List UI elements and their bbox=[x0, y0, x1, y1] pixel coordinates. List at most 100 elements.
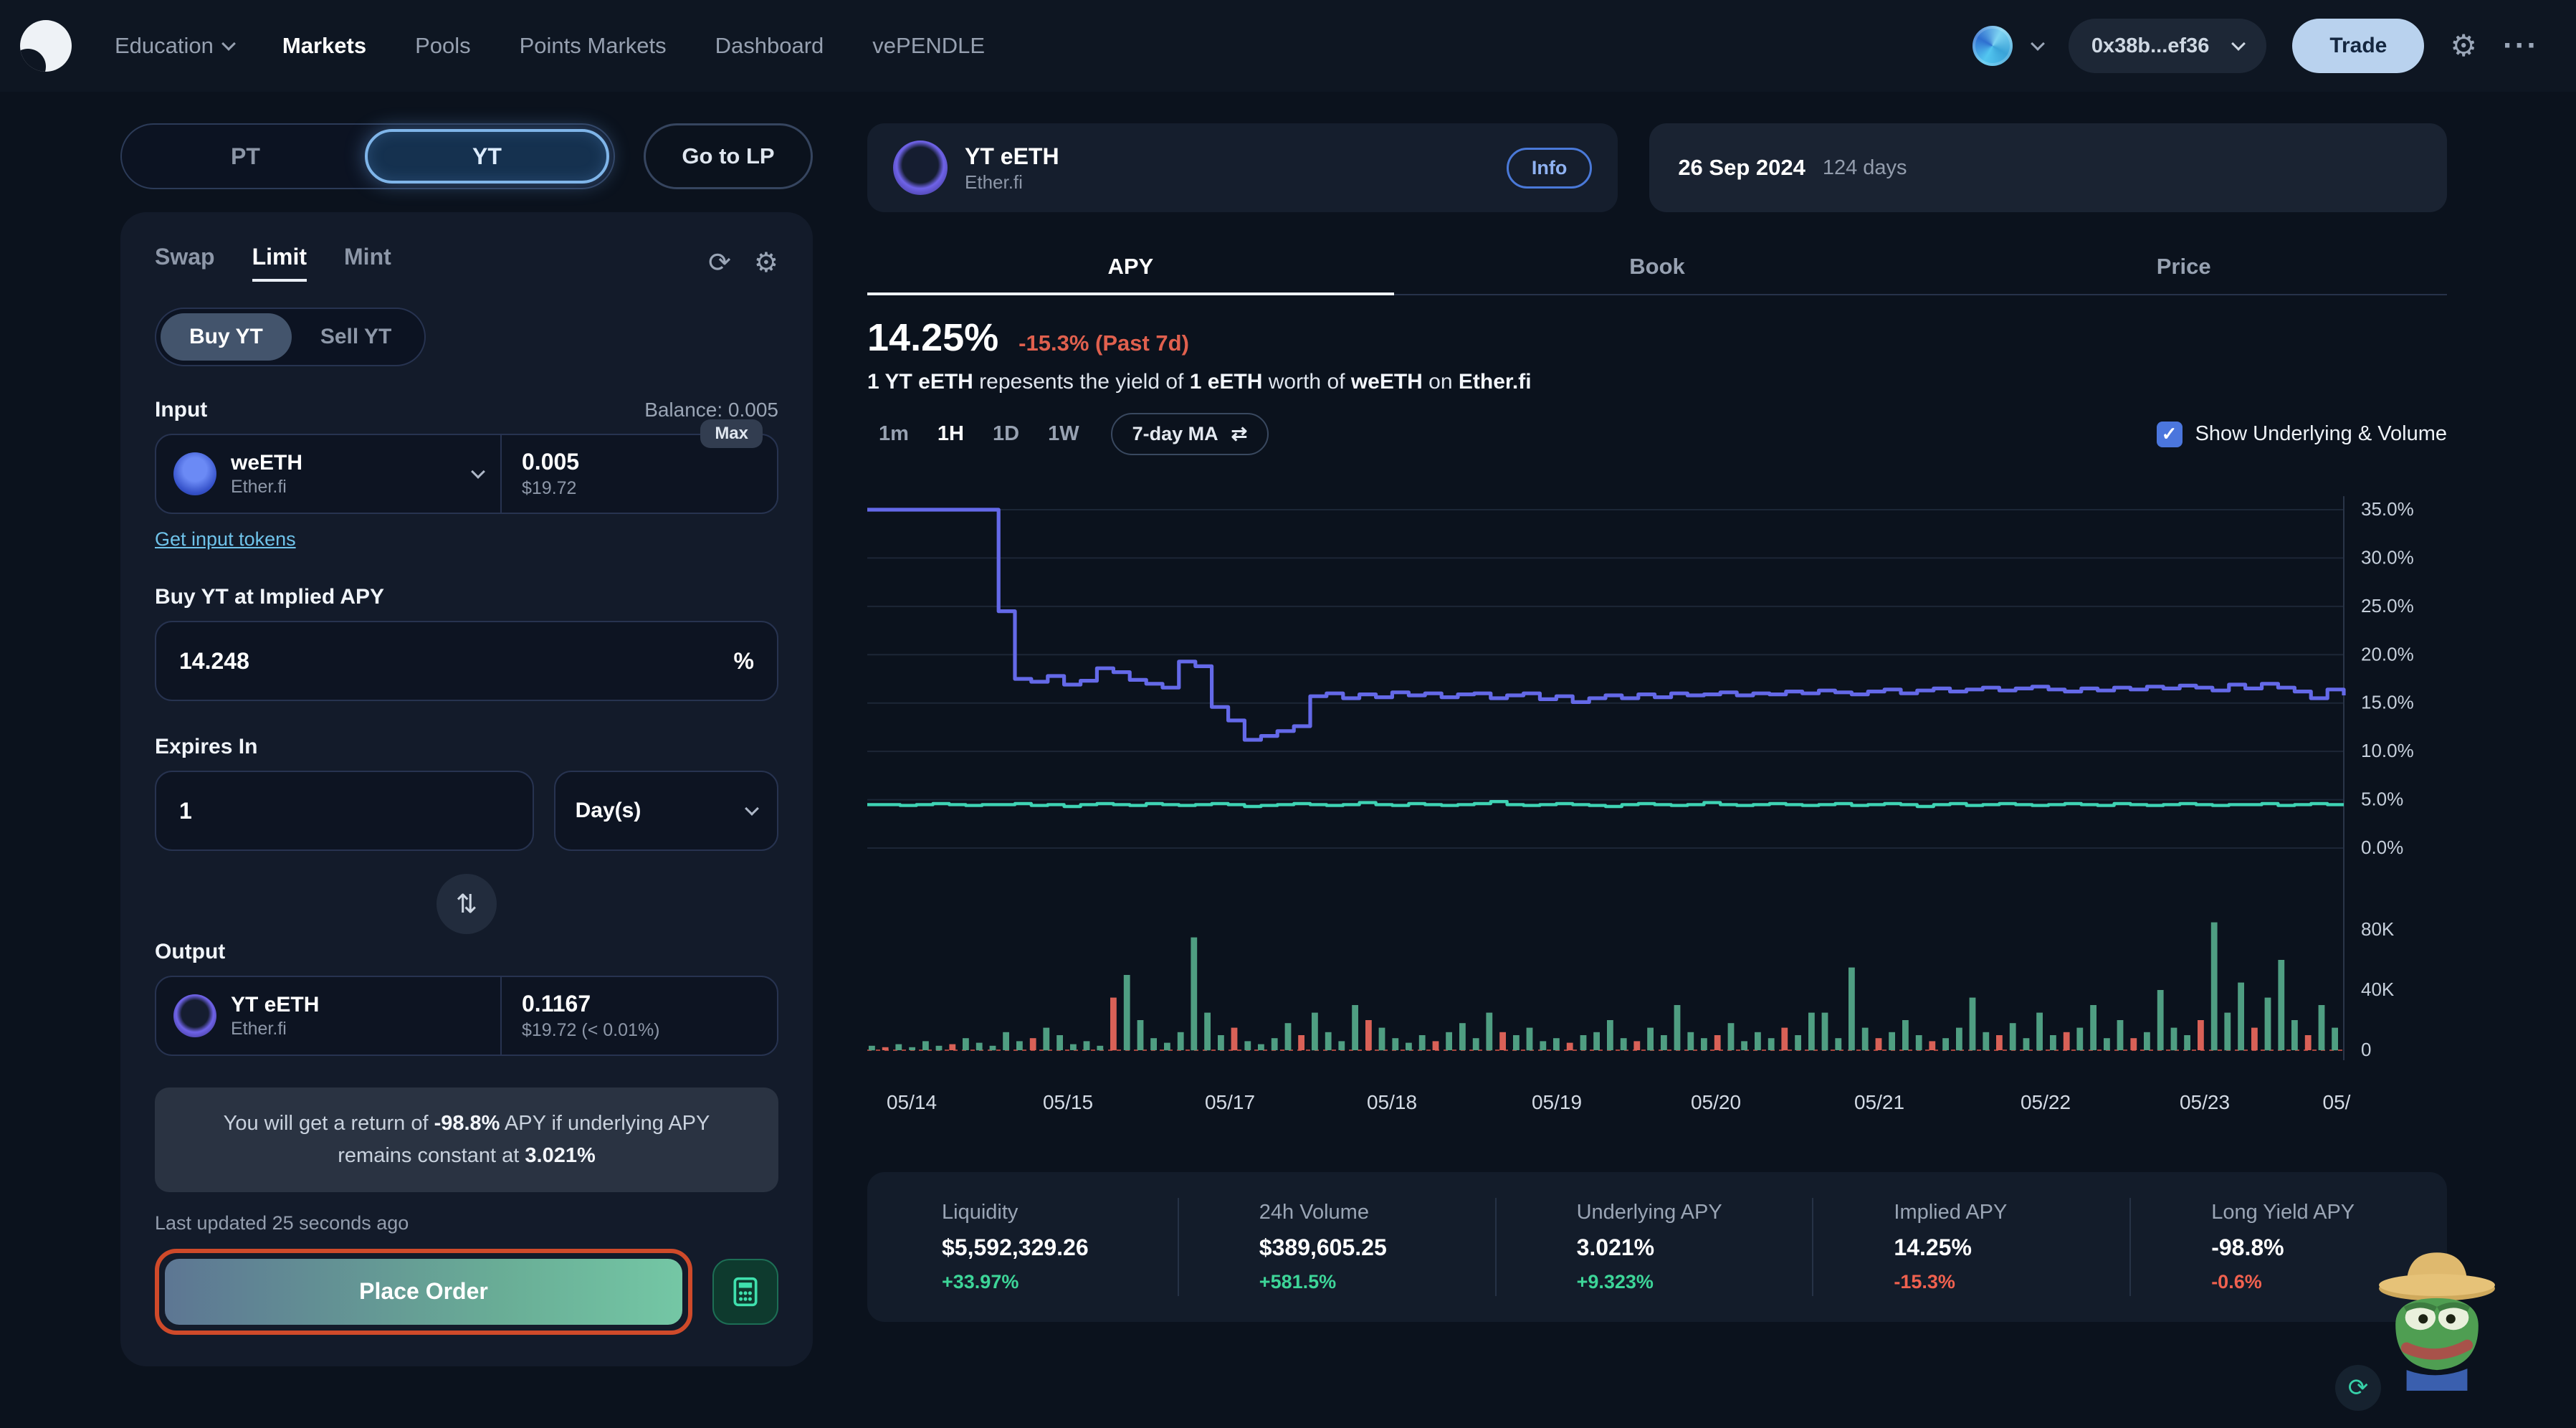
range-buttons: 1m1H1D1W bbox=[867, 416, 1091, 452]
calculator-button[interactable] bbox=[712, 1259, 778, 1325]
checkbox-label: Show Underlying & Volume bbox=[2195, 422, 2447, 446]
wallet-button[interactable]: 0x38b...ef36 bbox=[2069, 19, 2266, 73]
svg-text:40K: 40K bbox=[2361, 979, 2395, 1000]
ma-label: 7-day MA bbox=[1132, 423, 1218, 445]
range-1h[interactable]: 1H bbox=[926, 416, 975, 452]
pepe-mascot bbox=[2364, 1239, 2510, 1391]
implied-apy-input[interactable]: 14.248 % bbox=[155, 621, 778, 701]
checkbox-checked-icon[interactable]: ✓ bbox=[2157, 422, 2183, 447]
chevron-down-icon bbox=[2231, 37, 2246, 51]
stat-change: +581.5% bbox=[1259, 1271, 1495, 1293]
apy-chart[interactable]: 35.0%30.0%25.0%20.0%15.0%10.0%5.0%0.0%80… bbox=[867, 470, 2447, 1155]
swap-direction-button[interactable]: ⇅ bbox=[437, 874, 497, 934]
input-label-row: Input Balance: 0.005 bbox=[155, 398, 778, 422]
chevron-down-icon bbox=[2031, 37, 2045, 51]
nav-links: Education Markets Pools Points Markets Dashb… bbox=[115, 33, 985, 59]
market-stats-card: Liquidity $5,592,329.26 +33.97% 24h Volume $… bbox=[867, 1172, 2447, 1322]
output-amount: 0.1167 bbox=[522, 991, 757, 1017]
stat-label: Liquidity bbox=[942, 1201, 1178, 1224]
nav-link-label: Education bbox=[115, 33, 214, 59]
nav-link-vependle[interactable]: vePENDLE bbox=[872, 33, 985, 59]
order-tabs-row: Swap Limit Mint ⟳ ⚙ bbox=[155, 244, 778, 282]
tab-mint[interactable]: Mint bbox=[344, 244, 391, 282]
stat-change: +33.97% bbox=[942, 1271, 1178, 1293]
refresh-icon: ⟳ bbox=[2348, 1374, 2369, 1402]
show-underlying-volume-toggle[interactable]: ✓ Show Underlying & Volume bbox=[2157, 422, 2447, 447]
output-amount-field: 0.1167 $19.72 (< 0.01%) bbox=[502, 977, 777, 1055]
refresh-icon[interactable]: ⟳ bbox=[708, 249, 731, 277]
nav-link-points-markets[interactable]: Points Markets bbox=[520, 33, 667, 59]
pt-tab[interactable]: PT bbox=[126, 129, 365, 184]
output-label-row: Output bbox=[155, 940, 778, 964]
sell-yt-button[interactable]: Sell YT bbox=[292, 313, 421, 361]
stat-change: -15.3% bbox=[1894, 1271, 2129, 1293]
top-nav: Education Markets Pools Points Markets Dashb… bbox=[0, 0, 2576, 92]
range-1m[interactable]: 1m bbox=[867, 416, 920, 452]
input-balance: Balance: 0.005 bbox=[644, 399, 778, 422]
tab-swap[interactable]: Swap bbox=[155, 244, 215, 282]
svg-text:05/19: 05/19 bbox=[1532, 1091, 1582, 1113]
chevron-down-icon bbox=[221, 37, 236, 51]
nav-link-label: Dashboard bbox=[715, 33, 824, 59]
svg-text:0.0%: 0.0% bbox=[2361, 837, 2403, 858]
main-content: PT YT Go to LP SwapLimitMint ⟳ ⚙ Buy YTS… bbox=[0, 92, 2576, 1366]
market-description: 1 YT eETH repesents the yield of 1 eETH … bbox=[867, 370, 2447, 394]
stat-implied-apy: Implied APY14.25%-15.3% bbox=[1812, 1198, 2129, 1296]
svg-text:05/14: 05/14 bbox=[887, 1091, 937, 1113]
chevron-down-icon bbox=[745, 801, 759, 816]
order-card: Swap Limit Mint ⟳ ⚙ Buy YTSell YT Input Ba… bbox=[120, 212, 813, 1366]
nav-link-label: Points Markets bbox=[520, 33, 667, 59]
return-notice: You will get a return of -98.8% APY if u… bbox=[155, 1087, 778, 1192]
input-token-selector[interactable]: weETH Ether.fi bbox=[156, 435, 502, 513]
svg-text:05/15: 05/15 bbox=[1043, 1091, 1093, 1113]
trade-button[interactable]: Trade bbox=[2292, 19, 2424, 73]
expires-value-input[interactable]: 1 bbox=[155, 771, 534, 851]
settings-gear-icon[interactable]: ⚙ bbox=[2450, 31, 2477, 61]
stat-label: Long Yield APY bbox=[2211, 1201, 2447, 1224]
wallet-address: 0x38b...ef36 bbox=[2091, 34, 2209, 58]
implied-apy-field: Buy YT at Implied APY 14.248 % bbox=[155, 583, 778, 701]
pt-yt-toggle: PT YT bbox=[120, 123, 615, 189]
tab-book[interactable]: Book bbox=[1394, 241, 1921, 294]
nav-link-dashboard[interactable]: Dashboard bbox=[715, 33, 824, 59]
pendle-logo[interactable] bbox=[20, 20, 72, 72]
mode-row: PT YT Go to LP bbox=[120, 123, 813, 189]
place-order-button[interactable]: Place Order bbox=[165, 1259, 682, 1325]
expires-value: 1 bbox=[179, 798, 192, 824]
nav-link-pools[interactable]: Pools bbox=[415, 33, 471, 59]
range-1d[interactable]: 1D bbox=[981, 416, 1031, 452]
tab-price[interactable]: Price bbox=[1920, 241, 2447, 294]
get-input-tokens-link[interactable]: Get input tokens bbox=[155, 528, 296, 551]
stat-value: $389,605.25 bbox=[1259, 1234, 1495, 1261]
range-1w[interactable]: 1W bbox=[1036, 416, 1091, 452]
go-to-lp-button[interactable]: Go to LP bbox=[644, 123, 813, 189]
yt-tab[interactable]: YT bbox=[365, 129, 609, 184]
gear-icon[interactable]: ⚙ bbox=[754, 249, 778, 277]
svg-text:0: 0 bbox=[2361, 1039, 2371, 1060]
chart-refresh-button[interactable]: ⟳ bbox=[2335, 1365, 2381, 1411]
output-usd-value: $19.72 (< 0.01%) bbox=[522, 1020, 757, 1041]
maturity-days: 124 days bbox=[1823, 156, 1907, 180]
nav-right: 0x38b...ef36 Trade ⚙ ··· bbox=[1972, 19, 2539, 73]
nav-link-education[interactable]: Education bbox=[115, 33, 234, 59]
output-token: YT eETH Ether.fi bbox=[156, 977, 502, 1055]
stat-value: $5,592,329.26 bbox=[942, 1234, 1178, 1261]
tab-limit[interactable]: Limit bbox=[252, 244, 307, 282]
svg-text:10.0%: 10.0% bbox=[2361, 740, 2414, 761]
info-button[interactable]: Info bbox=[1507, 148, 1592, 189]
tab-apy[interactable]: APY bbox=[867, 241, 1394, 295]
svg-text:25.0%: 25.0% bbox=[2361, 595, 2414, 617]
buy-yt-button[interactable]: Buy YT bbox=[161, 313, 292, 361]
input-token-protocol: Ether.fi bbox=[231, 476, 302, 498]
nav-link-markets[interactable]: Markets bbox=[282, 33, 366, 59]
stat-label: 24h Volume bbox=[1259, 1201, 1495, 1224]
implied-apy-label: Buy YT at Implied APY bbox=[155, 585, 384, 609]
input-usd-value: $19.72 bbox=[522, 478, 757, 499]
stat-liquidity: Liquidity $5,592,329.26 +33.97% bbox=[867, 1198, 1178, 1296]
max-button[interactable]: Max bbox=[700, 419, 763, 448]
network-selector[interactable] bbox=[1972, 26, 2043, 66]
expires-unit-select[interactable]: Day(s) bbox=[554, 771, 778, 851]
more-menu-icon[interactable]: ··· bbox=[2503, 30, 2539, 62]
ma-toggle[interactable]: 7-day MA ⇄ bbox=[1111, 413, 1269, 455]
svg-text:05/: 05/ bbox=[2323, 1091, 2351, 1113]
